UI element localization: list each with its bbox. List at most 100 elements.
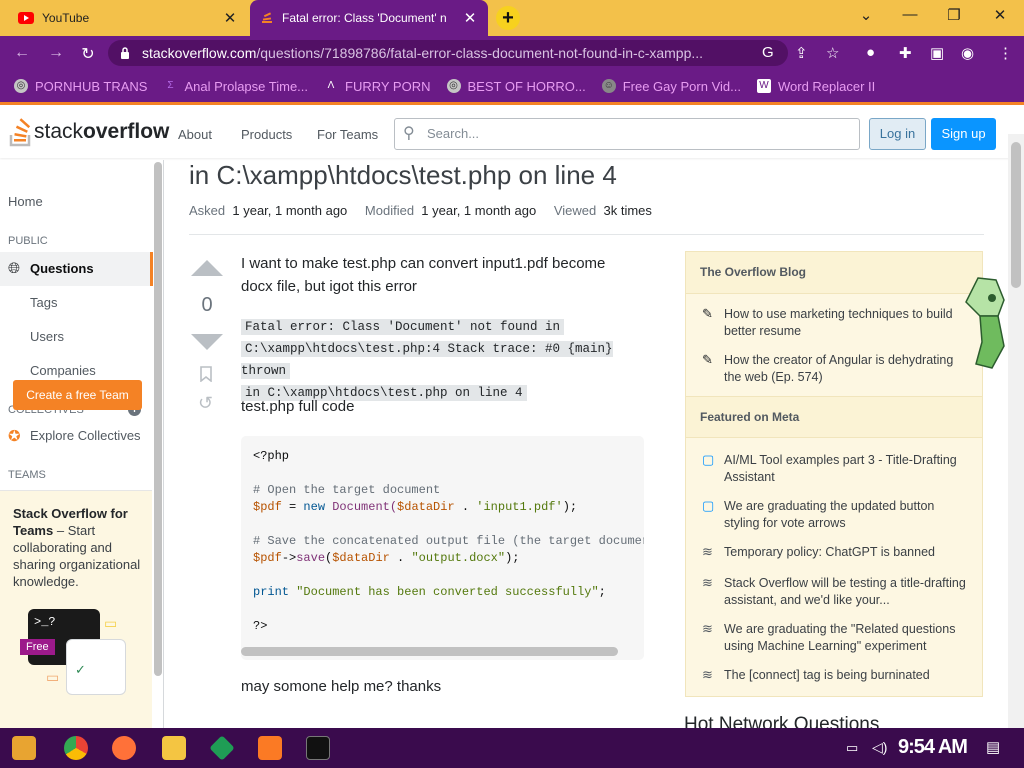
stackoverflow-logo[interactable]: stack overflow — [8, 117, 169, 147]
clock[interactable]: 9:54 AM — [898, 736, 968, 759]
terminal-prompt-icon: >_? — [34, 615, 56, 629]
sidebar-caption-teams: TEAMS — [8, 469, 46, 481]
question-title[interactable]: in C:\xampp\htdocs\test.php on line 4 — [189, 160, 617, 191]
back-icon[interactable]: ← — [12, 44, 32, 62]
bookmark-site-icon: ☺ — [601, 79, 616, 93]
search-input[interactable]: ⚲ Search... — [394, 118, 860, 150]
globe-icon: ◎ — [14, 79, 28, 93]
lock-icon — [121, 47, 129, 59]
tab-stackoverflow[interactable]: Fatal error: Class 'Document' n ✕ — [250, 0, 488, 36]
upvote-button[interactable] — [191, 260, 223, 276]
sidebar-item-explore-collectives[interactable]: Explore Collectives — [30, 428, 141, 443]
bookmark-icon[interactable] — [200, 366, 212, 382]
chrome-icon[interactable] — [64, 736, 88, 760]
code-horizontal-scrollbar[interactable] — [241, 647, 618, 656]
divider — [189, 234, 984, 235]
collectives-icon: ✪ — [8, 428, 21, 445]
minimize-icon[interactable]: — — [900, 6, 920, 23]
history-icon[interactable]: ↺ — [198, 393, 213, 414]
blog-item[interactable]: How the creator of Angular is dehydratin… — [724, 352, 968, 386]
stack-icon: ≋ — [702, 575, 713, 590]
bookmark-item[interactable]: ◎ PORNHUB TRANS — [14, 79, 147, 94]
sidebar-item-questions[interactable]: 🌐︎ Questions — [0, 252, 153, 286]
chat-bubble-icon: ▢ — [702, 498, 715, 513]
bookmark-item[interactable]: ☺ Free Gay Porn Vid... — [601, 79, 741, 94]
bookmarks-bar: ◎ PORNHUB TRANS Σ Anal Prolapse Time... ΛF… — [0, 70, 1024, 102]
modified-value[interactable]: 1 year, 1 month ago — [421, 203, 536, 218]
sidebar-item-tags[interactable]: Tags — [30, 295, 57, 310]
meta-item[interactable]: Stack Overflow will be testing a title-d… — [724, 575, 968, 609]
notifications-icon[interactable]: ▤ — [986, 738, 1000, 756]
sign-up-button[interactable]: Sign up — [931, 118, 996, 150]
start-button-icon[interactable] — [12, 736, 36, 760]
volume-icon[interactable]: ◁) — [872, 739, 887, 756]
nav-about[interactable]: About — [178, 127, 212, 142]
restore-icon[interactable]: ❐ — [944, 6, 964, 24]
extension-avatar-icon[interactable]: ● — [866, 44, 875, 61]
meta-item[interactable]: Temporary policy: ChatGPT is banned — [724, 544, 968, 561]
bookmark-item[interactable]: Λ FURRY PORN — [324, 79, 431, 94]
downvote-button[interactable] — [191, 334, 223, 350]
bookmark-site-icon: Σ — [167, 80, 174, 91]
file-explorer-icon[interactable] — [162, 736, 186, 760]
profile-icon[interactable]: ◉ — [961, 44, 974, 62]
code-block[interactable]: <?php # Open the target document $pdf = … — [241, 436, 644, 660]
close-tab-icon[interactable]: ✕ — [222, 9, 238, 27]
meta-item[interactable]: AI/ML Tool examples part 3 - Title-Draft… — [724, 452, 968, 486]
side-panel-icon[interactable]: ▣ — [930, 44, 944, 62]
blog-item[interactable]: How to use marketing techniques to build… — [724, 306, 968, 340]
nav-for-teams[interactable]: For Teams — [317, 127, 378, 142]
youtube-icon — [18, 12, 34, 24]
sidebar-widget: The Overflow Blog ✎ How to use marketing… — [685, 251, 983, 697]
question-meta: Asked 1 year, 1 month ago Modified 1 yea… — [189, 203, 652, 218]
network-icon[interactable]: ▭ — [846, 740, 858, 756]
forward-icon[interactable]: → — [46, 44, 66, 62]
bookmark-star-icon[interactable]: ☆ — [826, 44, 839, 62]
close-window-icon[interactable]: ✕ — [990, 6, 1010, 24]
pencil-icon: ✎ — [702, 352, 713, 367]
stackoverflow-logo-icon — [9, 118, 31, 147]
url-input[interactable]: stackoverflow.com/questions/71898786/fat… — [108, 40, 788, 66]
menu-dots-icon[interactable]: ⋮ — [998, 44, 1013, 62]
extensions-puzzle-icon[interactable]: ✚ — [899, 44, 912, 62]
google-lens-icon[interactable]: G — [762, 44, 774, 61]
new-tab-button[interactable]: + — [496, 6, 520, 30]
globe-icon: 🌐︎ — [8, 260, 21, 277]
nav-products[interactable]: Products — [241, 127, 292, 142]
page-scrollbar-thumb[interactable] — [1011, 142, 1021, 288]
vote-count: 0 — [201, 294, 213, 316]
tab-youtube[interactable]: YouTube ✕ — [8, 0, 248, 36]
sidebar-item-users[interactable]: Users — [30, 329, 64, 344]
sidebar-scrollbar[interactable] — [154, 162, 162, 676]
bookmark-site-icon: W — [756, 79, 771, 93]
bookmark-item[interactable]: ◎ BEST OF HORRO... — [446, 79, 586, 94]
reload-icon[interactable]: ↻ — [78, 44, 98, 64]
share-icon[interactable]: ⇪ — [795, 44, 808, 62]
bookmark-site-icon: Λ — [327, 80, 335, 91]
asked-value[interactable]: 1 year, 1 month ago — [232, 203, 347, 218]
bookmark-item[interactable]: Σ Anal Prolapse Time... — [163, 79, 308, 94]
desktop-mascot-character-icon — [965, 277, 1005, 369]
chat-bubble-icon: ▭ — [104, 615, 118, 631]
sidebar-item-companies[interactable]: Companies — [30, 363, 96, 378]
terminal-icon[interactable] — [306, 736, 330, 760]
stack-icon: ≋ — [702, 667, 713, 682]
sidebar-item-label: Questions — [30, 261, 94, 276]
url-domain: stackoverflow.com — [142, 45, 257, 61]
app-green-icon[interactable] — [209, 735, 235, 761]
bookmark-item[interactable]: W Word Replacer II — [756, 79, 875, 94]
sidebar-caption-public: PUBLIC — [8, 235, 48, 247]
tab-search-chevron-icon[interactable]: ⌄ — [856, 6, 876, 24]
sidebar-item-home[interactable]: Home — [8, 194, 43, 209]
meta-item[interactable]: We are graduating the "Related questions… — [724, 621, 968, 655]
xampp-icon[interactable] — [258, 736, 282, 760]
meta-item[interactable]: We are graduating the updated button sty… — [724, 498, 968, 532]
meta-item[interactable]: The [connect] tag is being burninated — [724, 667, 968, 684]
chat-bubble-icon: ▢ — [702, 452, 715, 467]
create-free-team-button[interactable]: Create a free Team — [13, 380, 142, 410]
log-in-button[interactable]: Log in — [869, 118, 926, 150]
firefox-icon[interactable] — [112, 736, 136, 760]
close-tab-icon[interactable]: ✕ — [462, 9, 478, 27]
free-badge: Free — [20, 639, 55, 655]
page-scrollbar[interactable] — [1008, 134, 1024, 728]
